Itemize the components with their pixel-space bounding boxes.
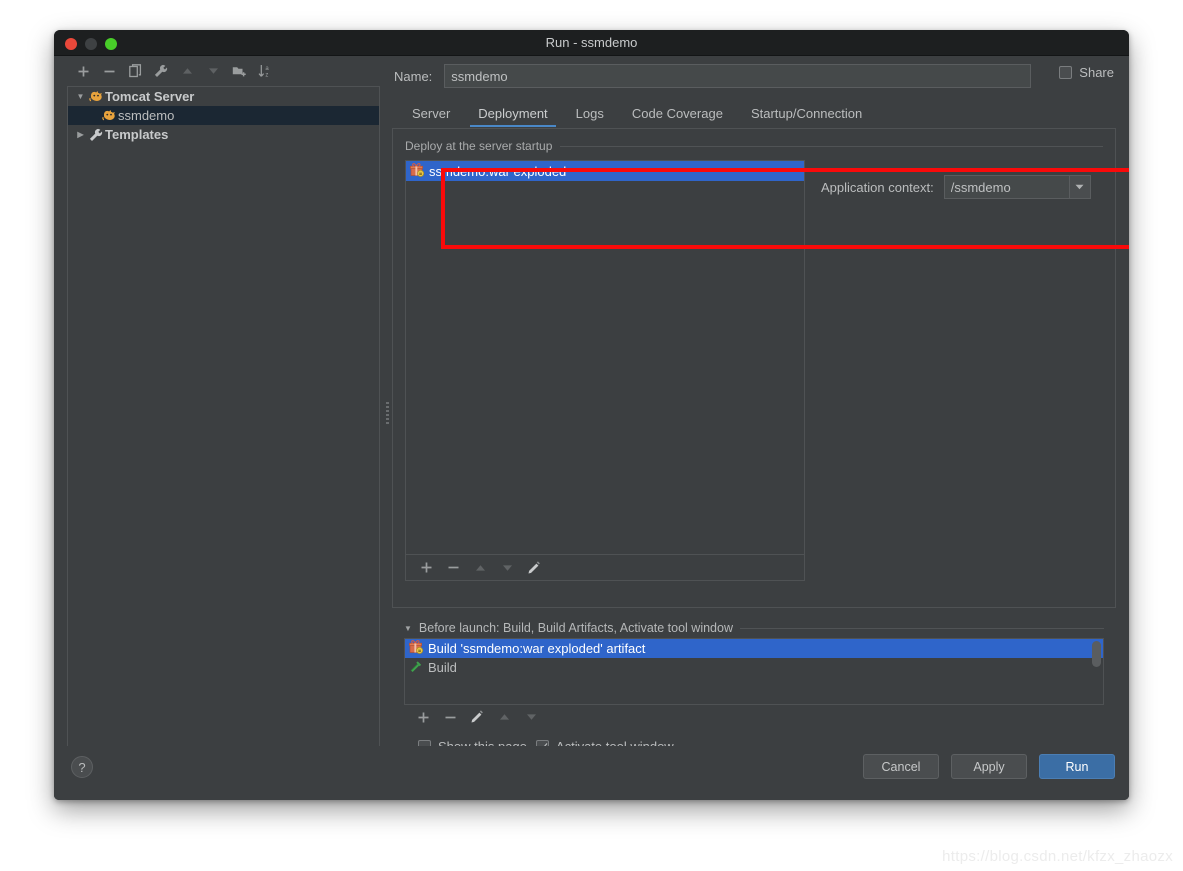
add-artifact-icon[interactable]	[414, 557, 438, 579]
configurations-tree[interactable]: ▼ Tomcat Server ssmdemo ▶ Templates	[67, 86, 380, 770]
name-label: Name:	[394, 68, 433, 84]
svg-text:z: z	[265, 73, 268, 78]
editor-tabs: Server Deployment Logs Code Coverage Sta…	[392, 97, 1116, 127]
run-button[interactable]: Run	[1039, 754, 1115, 779]
footer-buttons: Cancel Apply Run	[863, 754, 1115, 779]
tree-item-ssmdemo[interactable]: ssmdemo	[68, 106, 379, 125]
artifact-list-toolbar	[405, 555, 805, 581]
group-divider	[739, 627, 1104, 629]
before-launch-header[interactable]: ▼ Before launch: Build, Build Artifacts,…	[404, 621, 1104, 635]
move-down-icon[interactable]	[201, 59, 225, 83]
deployment-content: ssmdemo:war exploded Application context…	[405, 160, 1103, 581]
list-item[interactable]: ssmdemo:war exploded	[406, 161, 804, 181]
tree-item-templates[interactable]: ▶ Templates	[68, 125, 379, 144]
list-item-label: Build 'ssmdemo:war exploded' artifact	[428, 641, 646, 656]
list-item[interactable]: Build	[405, 658, 1103, 677]
artifact-icon	[409, 640, 424, 657]
artifact-list-wrap: ssmdemo:war exploded	[405, 160, 805, 581]
splitter-grip-icon	[385, 402, 389, 424]
group-divider	[560, 145, 1103, 147]
wrench-icon	[87, 128, 105, 142]
dialog-body: az ▼ Tomcat Server ssmdemo ▶ Templates N…	[54, 56, 1129, 800]
artifact-icon	[410, 162, 425, 180]
list-item-label: Build	[428, 660, 457, 675]
chevron-down-icon[interactable]: ▼	[74, 92, 87, 101]
tomcat-icon	[87, 90, 105, 103]
pane-splitter[interactable]	[382, 56, 392, 770]
apply-button[interactable]: Apply	[951, 754, 1027, 779]
help-button[interactable]: ?	[71, 756, 93, 778]
tomcat-icon	[100, 109, 118, 122]
remove-task-icon[interactable]	[438, 706, 462, 728]
wrench-icon[interactable]	[149, 59, 173, 83]
chevron-down-icon[interactable]	[1068, 175, 1091, 199]
tree-item-label: Tomcat Server	[105, 89, 195, 104]
application-context-combo[interactable]	[943, 175, 1091, 199]
before-launch-scrollbar[interactable]	[1092, 641, 1101, 667]
tree-item-tomcat-server[interactable]: ▼ Tomcat Server	[68, 87, 379, 106]
add-task-icon[interactable]	[411, 706, 435, 728]
deployment-tab-panel: Deploy at the server startup ssmdemo:war…	[392, 128, 1116, 608]
watermark: https://blog.csdn.net/kfzx_zhaozx	[942, 848, 1173, 865]
cancel-button[interactable]: Cancel	[863, 754, 939, 779]
edit-icon[interactable]	[522, 557, 546, 579]
configurations-pane: az ▼ Tomcat Server ssmdemo ▶ Templates	[67, 56, 380, 770]
before-launch-task-list[interactable]: Build 'ssmdemo:war exploded' artifact Bu…	[404, 638, 1104, 705]
configurations-toolbar: az	[67, 56, 380, 86]
run-configuration-dialog: Run - ssmdemo a z ▼ Tomcat Server ssmdem…	[54, 30, 1129, 800]
tab-deployment[interactable]: Deployment	[464, 102, 561, 127]
application-context-input[interactable]	[943, 175, 1069, 199]
copy-icon[interactable]	[123, 59, 147, 83]
deploy-group-title: Deploy at the server startup	[405, 139, 553, 153]
share-label: Share	[1079, 65, 1114, 80]
svg-text:a: a	[265, 66, 269, 72]
tree-item-label: ssmdemo	[118, 108, 175, 123]
tab-code-coverage[interactable]: Code Coverage	[618, 102, 737, 127]
dialog-footer: ? Cancel Apply Run	[54, 746, 1129, 800]
tree-item-label: Templates	[105, 127, 169, 142]
add-icon[interactable]	[71, 59, 95, 83]
move-down-icon[interactable]	[519, 706, 543, 728]
window-title: Run - ssmdemo	[545, 35, 638, 50]
tab-logs[interactable]: Logs	[562, 102, 618, 127]
list-item-label: ssmdemo:war exploded	[429, 163, 567, 179]
application-context-label: Application context:	[821, 179, 934, 195]
remove-icon[interactable]	[97, 59, 121, 83]
share-checkbox[interactable]	[1059, 66, 1073, 79]
move-up-icon[interactable]	[175, 59, 199, 83]
move-up-icon[interactable]	[492, 706, 516, 728]
before-launch-section: ▼ Before launch: Build, Build Artifacts,…	[392, 621, 1116, 754]
name-row: Name: Share	[392, 60, 1116, 92]
move-down-icon[interactable]	[495, 557, 519, 579]
new-folder-icon[interactable]	[227, 59, 251, 83]
edit-task-icon[interactable]	[465, 706, 489, 728]
configuration-editor-pane: Name: Share Server Deployment Logs Code …	[392, 56, 1116, 770]
tab-server[interactable]: Server	[398, 102, 464, 127]
list-item[interactable]: Build 'ssmdemo:war exploded' artifact	[405, 639, 1103, 658]
share-checkbox-wrap[interactable]: Share	[1059, 65, 1114, 80]
move-up-icon[interactable]	[468, 557, 492, 579]
name-input[interactable]	[444, 64, 1032, 88]
deploy-group-header: Deploy at the server startup	[405, 139, 1103, 153]
screenshot-root: Run - ssmdemo a z ▼ Tomcat Server ssmdem…	[0, 0, 1183, 871]
before-launch-title: Before launch: Build, Build Artifacts, A…	[418, 621, 733, 635]
chevron-right-icon[interactable]: ▶	[74, 130, 87, 139]
remove-artifact-icon[interactable]	[441, 557, 465, 579]
before-launch-toolbar	[404, 705, 1104, 729]
sort-alphabetically-icon[interactable]: az	[253, 59, 277, 83]
tab-startup-connection[interactable]: Startup/Connection	[737, 102, 876, 127]
artifact-list[interactable]: ssmdemo:war exploded	[405, 160, 805, 555]
chevron-down-icon[interactable]: ▼	[404, 624, 412, 633]
application-context-row: Application context:	[821, 175, 1091, 199]
window-titlebar: Run - ssmdemo	[54, 30, 1129, 56]
build-hammer-icon	[409, 659, 423, 676]
